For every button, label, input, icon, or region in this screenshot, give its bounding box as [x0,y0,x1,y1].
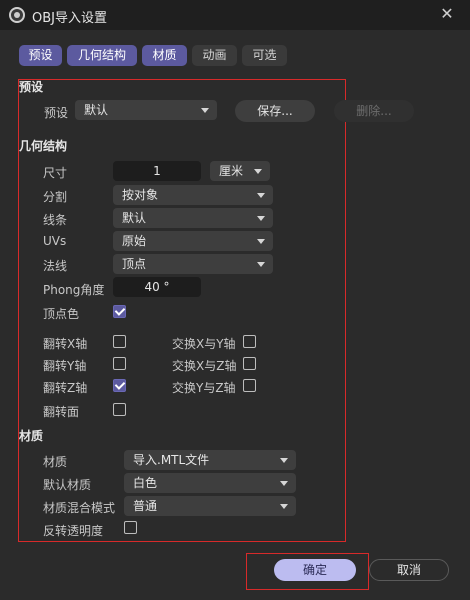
chevron-down-icon [201,108,209,113]
normals-label: 法线 [43,259,68,273]
default-material-value: 白色 [133,476,158,490]
flip-x-checkbox[interactable] [113,335,126,348]
title-bar: OBJ导入设置 ✕ [0,0,470,30]
flip-z-label: 翻转Z轴 [43,381,88,395]
tab-optional[interactable]: 可选 [242,45,287,66]
lines-dropdown[interactable]: 默认 [113,208,273,228]
split-label: 分割 [43,190,68,204]
default-material-dropdown[interactable]: 白色 [124,473,296,493]
phong-angle-label: Phong角度 [43,283,105,297]
lines-label: 线条 [43,213,68,227]
flip-z-checkbox[interactable] [113,379,126,392]
vertex-color-checkbox[interactable] [113,305,126,318]
section-title-material: 材质 [19,429,44,443]
tab-material[interactable]: 材质 [142,45,187,66]
swap-xz-checkbox[interactable] [243,357,256,370]
material-dropdown[interactable]: 导入.MTL文件 [124,450,296,470]
swap-xy-label: 交换X与Y轴 [172,337,236,351]
preset-save-button[interactable]: 保存... [235,100,315,122]
vertex-color-label: 顶点色 [43,307,80,321]
preset-value: 默认 [84,103,109,117]
chevron-down-icon [280,504,288,509]
uvs-label: UVs [43,234,67,248]
normals-value: 顶点 [122,257,147,271]
chevron-down-icon [257,262,265,267]
preset-dropdown[interactable]: 默认 [75,100,217,120]
flip-x-label: 翻转X轴 [43,337,88,351]
blend-mode-value: 普通 [133,499,158,513]
preset-delete-button[interactable]: 删除... [334,100,414,122]
split-value: 按对象 [122,188,159,202]
chevron-down-icon [254,169,262,174]
swap-yz-checkbox[interactable] [243,379,256,392]
cinema4d-logo-icon [9,7,25,23]
invert-transparency-label: 反转透明度 [43,524,104,538]
blend-mode-label: 材质混合模式 [43,501,116,515]
phong-angle-input[interactable]: 40 ° [113,277,201,297]
flip-y-checkbox[interactable] [113,357,126,370]
close-icon[interactable]: ✕ [438,5,456,23]
size-input[interactable]: 1 [113,161,201,181]
tab-preset[interactable]: 预设 [19,45,62,66]
lines-value: 默认 [122,211,147,225]
unit-value: 厘米 [219,164,244,178]
section-title-preset: 预设 [19,80,44,94]
cancel-button[interactable]: 取消 [369,559,449,581]
split-dropdown[interactable]: 按对象 [113,185,273,205]
swap-xz-label: 交换X与Z轴 [172,359,237,373]
flip-y-label: 翻转Y轴 [43,359,87,373]
swap-xy-checkbox[interactable] [243,335,256,348]
tab-animation[interactable]: 动画 [192,45,237,66]
material-label: 材质 [43,455,68,469]
chevron-down-icon [257,216,265,221]
swap-yz-label: 交换Y与Z轴 [172,381,236,395]
tab-geometry[interactable]: 几何结构 [67,45,137,66]
unit-dropdown[interactable]: 厘米 [210,161,270,181]
preset-label: 预设 [44,106,69,120]
invert-transparency-checkbox[interactable] [124,521,137,534]
flip-faces-label: 翻转面 [43,405,80,419]
size-label: 尺寸 [43,166,68,180]
ok-button[interactable]: 确定 [274,559,356,581]
window-title: OBJ导入设置 [32,11,107,26]
chevron-down-icon [280,481,288,486]
section-title-geometry: 几何结构 [19,139,68,153]
chevron-down-icon [257,193,265,198]
flip-faces-checkbox[interactable] [113,403,126,416]
blend-mode-dropdown[interactable]: 普通 [124,496,296,516]
uvs-value: 原始 [122,234,147,248]
material-value: 导入.MTL文件 [133,453,210,467]
chevron-down-icon [257,239,265,244]
default-material-label: 默认材质 [43,478,92,492]
chevron-down-icon [280,458,288,463]
uvs-dropdown[interactable]: 原始 [113,231,273,251]
normals-dropdown[interactable]: 顶点 [113,254,273,274]
